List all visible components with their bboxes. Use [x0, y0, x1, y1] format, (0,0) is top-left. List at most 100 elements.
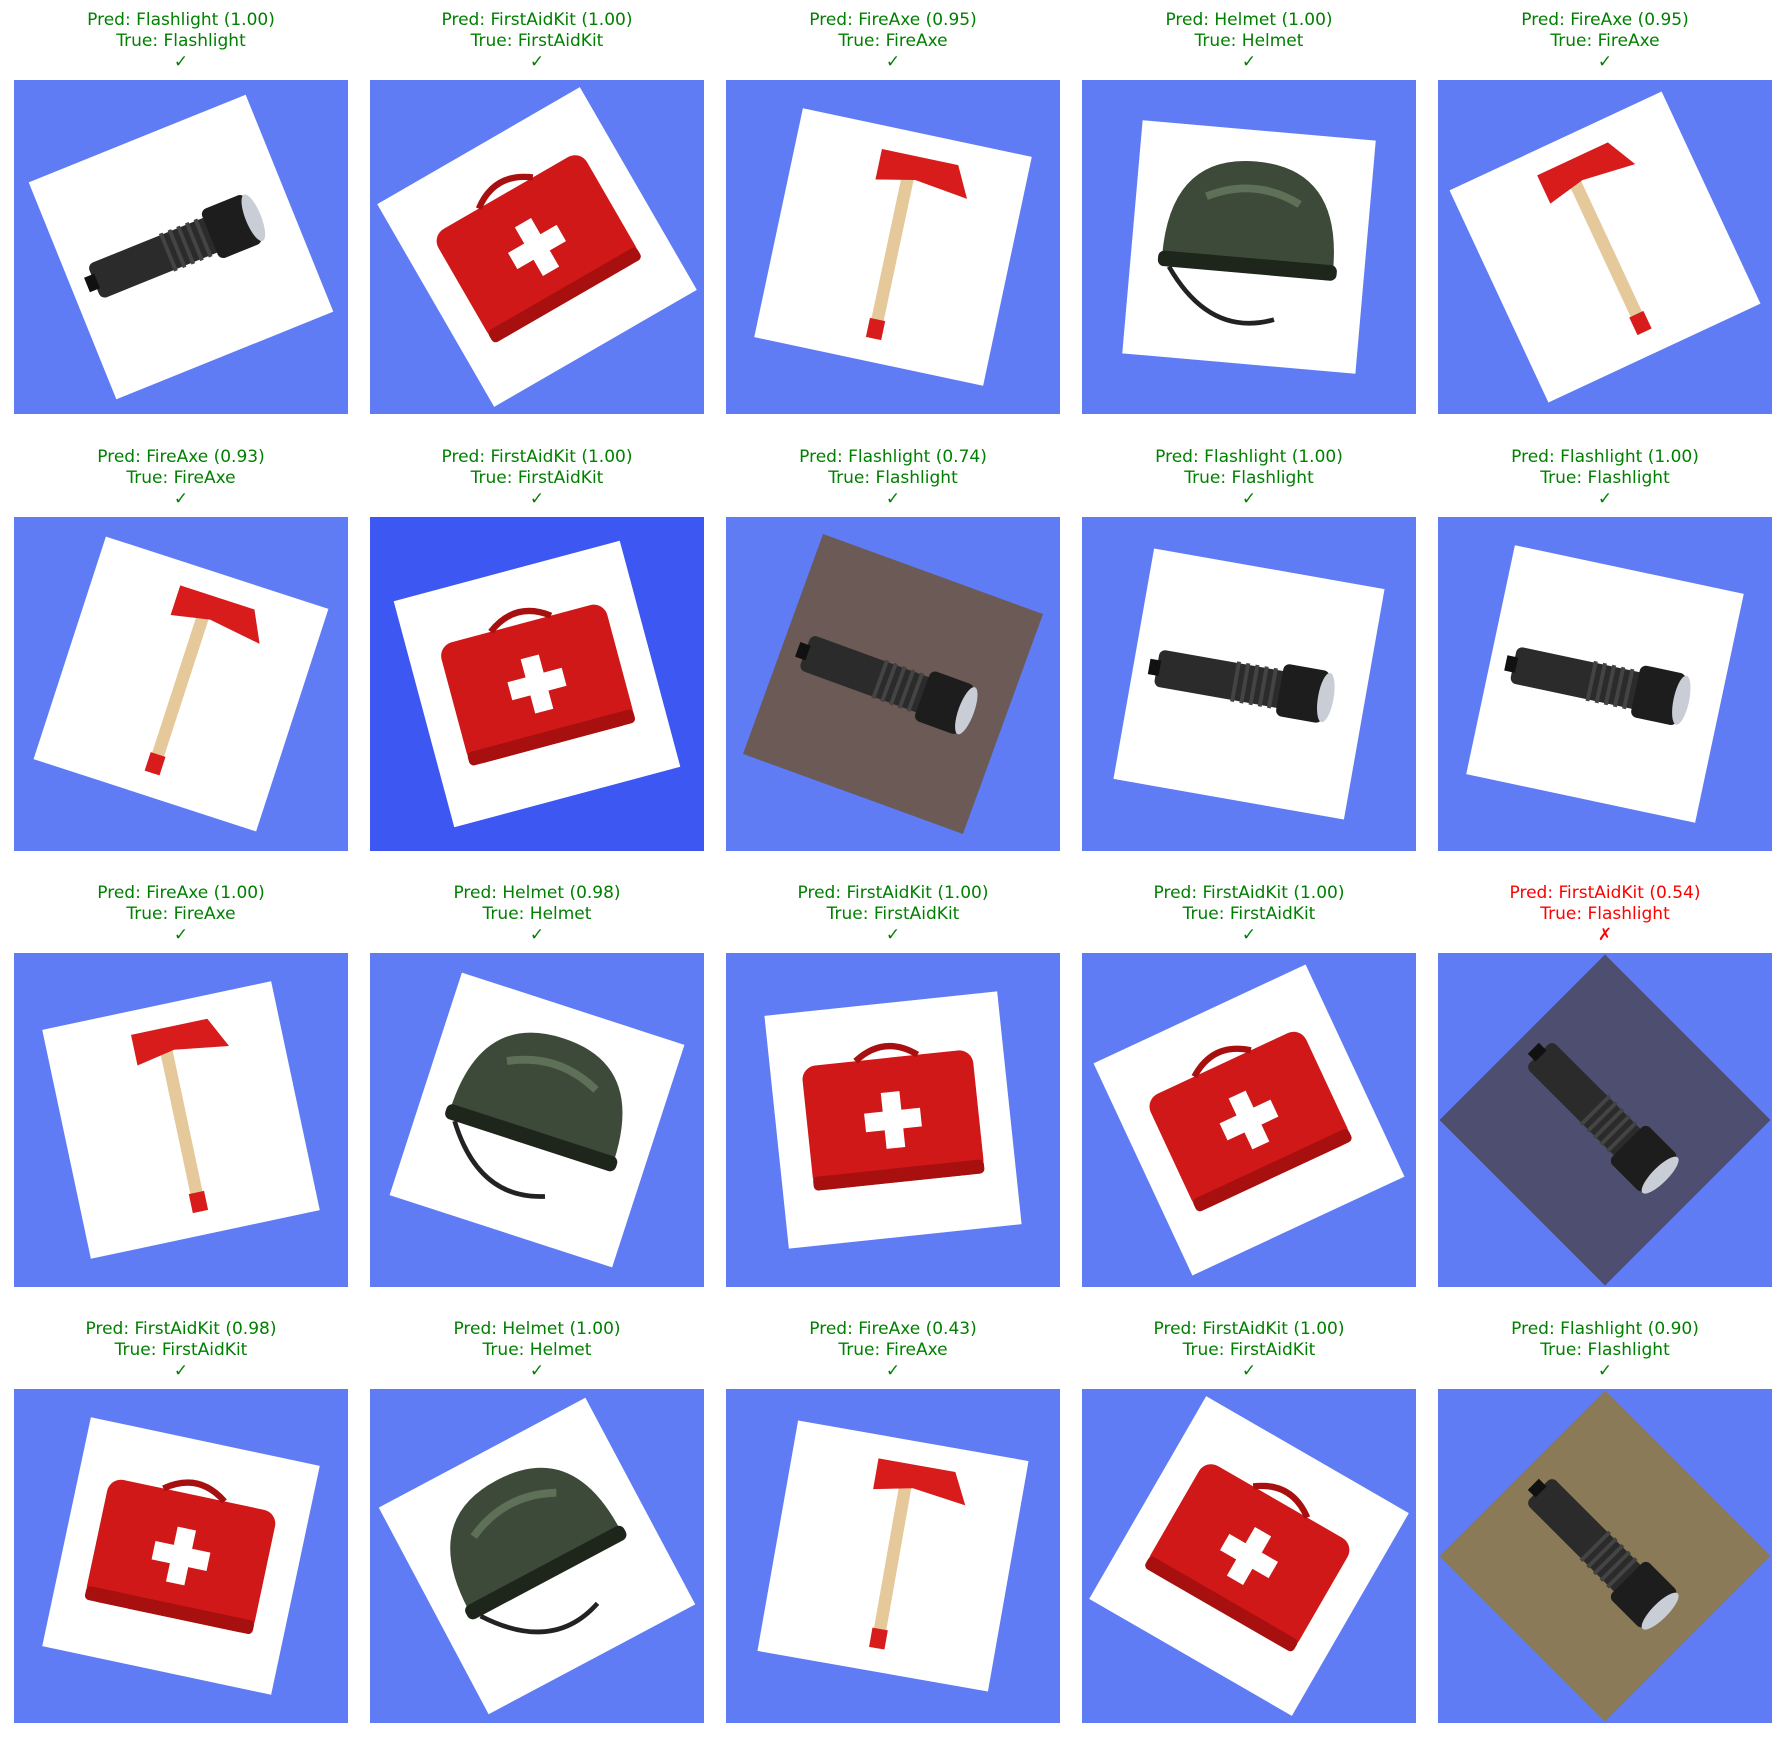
pred-label: Pred: FirstAidKit (1.00)	[441, 10, 633, 30]
panel-caption: Pred: FirstAidKit (1.00) True: FirstAidKi…	[726, 883, 1060, 946]
sample-image-canvas	[370, 80, 704, 414]
sample-image	[370, 80, 704, 414]
result-mark: ✓	[885, 1361, 901, 1381]
sample-image	[1438, 1389, 1772, 1723]
sample-image-canvas	[1438, 517, 1772, 851]
result-mark: ✓	[1241, 925, 1257, 945]
sample-image-canvas	[14, 517, 348, 851]
result-mark: ✓	[1597, 1361, 1613, 1381]
panel-caption: Pred: Flashlight (1.00) True: Flashlight ✓	[1082, 447, 1416, 510]
sample-image-canvas	[1438, 953, 1772, 1287]
panel-caption: Pred: FirstAidKit (1.00) True: FirstAidKi…	[1082, 1319, 1416, 1382]
sample-image	[14, 517, 348, 851]
true-label: True: FirstAidKit	[1182, 904, 1316, 924]
sample-image	[370, 1389, 704, 1723]
panel-caption: Pred: FireAxe (1.00) True: FireAxe ✓	[14, 883, 348, 946]
panel-caption: Pred: FirstAidKit (1.00) True: FirstAidKi…	[370, 10, 704, 73]
sample-image	[1438, 517, 1772, 851]
sample-image-canvas	[370, 953, 704, 1287]
panel-caption: Pred: FirstAidKit (0.98) True: FirstAidKi…	[14, 1319, 348, 1382]
pred-label: Pred: FirstAidKit (1.00)	[1153, 883, 1345, 903]
result-mark: ✓	[885, 489, 901, 509]
sample-image	[726, 1389, 1060, 1723]
sample-image	[726, 80, 1060, 414]
true-label: True: Flashlight	[1540, 904, 1670, 924]
pred-label: Pred: FirstAidKit (0.98)	[85, 1319, 277, 1339]
sample-image	[726, 517, 1060, 851]
result-mark: ✓	[173, 925, 189, 945]
sample-image-canvas	[726, 517, 1060, 851]
sample-image-canvas	[726, 80, 1060, 414]
pred-label: Pred: Flashlight (0.74)	[799, 447, 987, 467]
panel-caption: Pred: FireAxe (0.95) True: FireAxe ✓	[726, 10, 1060, 73]
sample-image	[370, 953, 704, 1287]
true-label: True: FirstAidKit	[826, 904, 960, 924]
panel-caption: Pred: Helmet (1.00) True: Helmet ✓	[1082, 10, 1416, 73]
panel-caption: Pred: Flashlight (0.74) True: Flashlight ✓	[726, 447, 1060, 510]
pred-label: Pred: Flashlight (1.00)	[1155, 447, 1343, 467]
true-label: True: FirstAidKit	[470, 468, 604, 488]
sample-image-canvas	[14, 80, 348, 414]
sample-image-canvas	[1082, 80, 1416, 414]
panel-caption: Pred: Helmet (0.98) True: Helmet ✓	[370, 883, 704, 946]
result-mark: ✓	[1241, 489, 1257, 509]
sample-image-canvas	[370, 1389, 704, 1723]
sample-image-canvas	[1438, 80, 1772, 414]
sample-image	[726, 953, 1060, 1287]
panel-caption: Pred: FireAxe (0.43) True: FireAxe ✓	[726, 1319, 1060, 1382]
panel-caption: Pred: FirstAidKit (0.54) True: Flashlight…	[1438, 883, 1772, 946]
result-mark: ✓	[173, 489, 189, 509]
result-mark: ✓	[529, 1361, 545, 1381]
sample-image	[1082, 953, 1416, 1287]
pred-label: Pred: Helmet (1.00)	[453, 1319, 621, 1339]
pred-label: Pred: FirstAidKit (1.00)	[797, 883, 989, 903]
sample-image-canvas	[1082, 517, 1416, 851]
pred-label: Pred: FirstAidKit (1.00)	[1153, 1319, 1345, 1339]
true-label: True: FireAxe	[838, 1340, 948, 1360]
pred-label: Pred: Flashlight (1.00)	[87, 10, 275, 30]
result-mark: ✓	[1597, 52, 1613, 72]
result-mark: ✓	[529, 489, 545, 509]
pred-label: Pred: FireAxe (0.93)	[97, 447, 265, 467]
true-label: True: Helmet	[482, 1340, 592, 1360]
pred-label: Pred: Helmet (0.98)	[453, 883, 621, 903]
sample-image	[14, 1389, 348, 1723]
pred-label: Pred: FireAxe (0.95)	[1521, 10, 1689, 30]
result-mark: ✓	[1597, 489, 1613, 509]
true-label: True: FireAxe	[1550, 31, 1660, 51]
sample-image	[1438, 953, 1772, 1287]
pred-label: Pred: Flashlight (1.00)	[1511, 447, 1699, 467]
panel-caption: Pred: Flashlight (1.00) True: Flashlight ✓	[1438, 447, 1772, 510]
pred-label: Pred: Flashlight (0.90)	[1511, 1319, 1699, 1339]
true-label: True: FireAxe	[126, 904, 236, 924]
panel-caption: Pred: Flashlight (0.90) True: Flashlight ✓	[1438, 1319, 1772, 1382]
panel-caption: Pred: FirstAidKit (1.00) True: FirstAidKi…	[1082, 883, 1416, 946]
pred-label: Pred: FireAxe (0.43)	[809, 1319, 977, 1339]
sample-image-canvas	[1082, 953, 1416, 1287]
true-label: True: FireAxe	[838, 31, 948, 51]
sample-image	[1082, 80, 1416, 414]
sample-image	[14, 80, 348, 414]
result-mark: ✓	[173, 52, 189, 72]
true-label: True: Flashlight	[116, 31, 246, 51]
sample-image-canvas	[726, 953, 1060, 1287]
result-mark: ✓	[885, 52, 901, 72]
result-mark: ✓	[1241, 52, 1257, 72]
pred-label: Pred: FirstAidKit (1.00)	[441, 447, 633, 467]
sample-image-canvas	[1082, 1389, 1416, 1723]
sample-image	[1082, 517, 1416, 851]
panel-caption: Pred: Flashlight (1.00) True: Flashlight ✓	[14, 10, 348, 73]
true-label: True: FirstAidKit	[470, 31, 604, 51]
sample-image-canvas	[370, 517, 704, 851]
sample-image	[370, 517, 704, 851]
true-label: True: FireAxe	[126, 468, 236, 488]
true-label: True: FirstAidKit	[114, 1340, 248, 1360]
true-label: True: Helmet	[482, 904, 592, 924]
result-mark: ✓	[1241, 1361, 1257, 1381]
sample-image-canvas	[14, 953, 348, 1287]
sample-image-canvas	[726, 1389, 1060, 1723]
pred-label: Pred: FireAxe (1.00)	[97, 883, 265, 903]
result-mark: ✓	[529, 52, 545, 72]
result-mark: ✓	[529, 925, 545, 945]
panel-caption: Pred: Helmet (1.00) True: Helmet ✓	[370, 1319, 704, 1382]
